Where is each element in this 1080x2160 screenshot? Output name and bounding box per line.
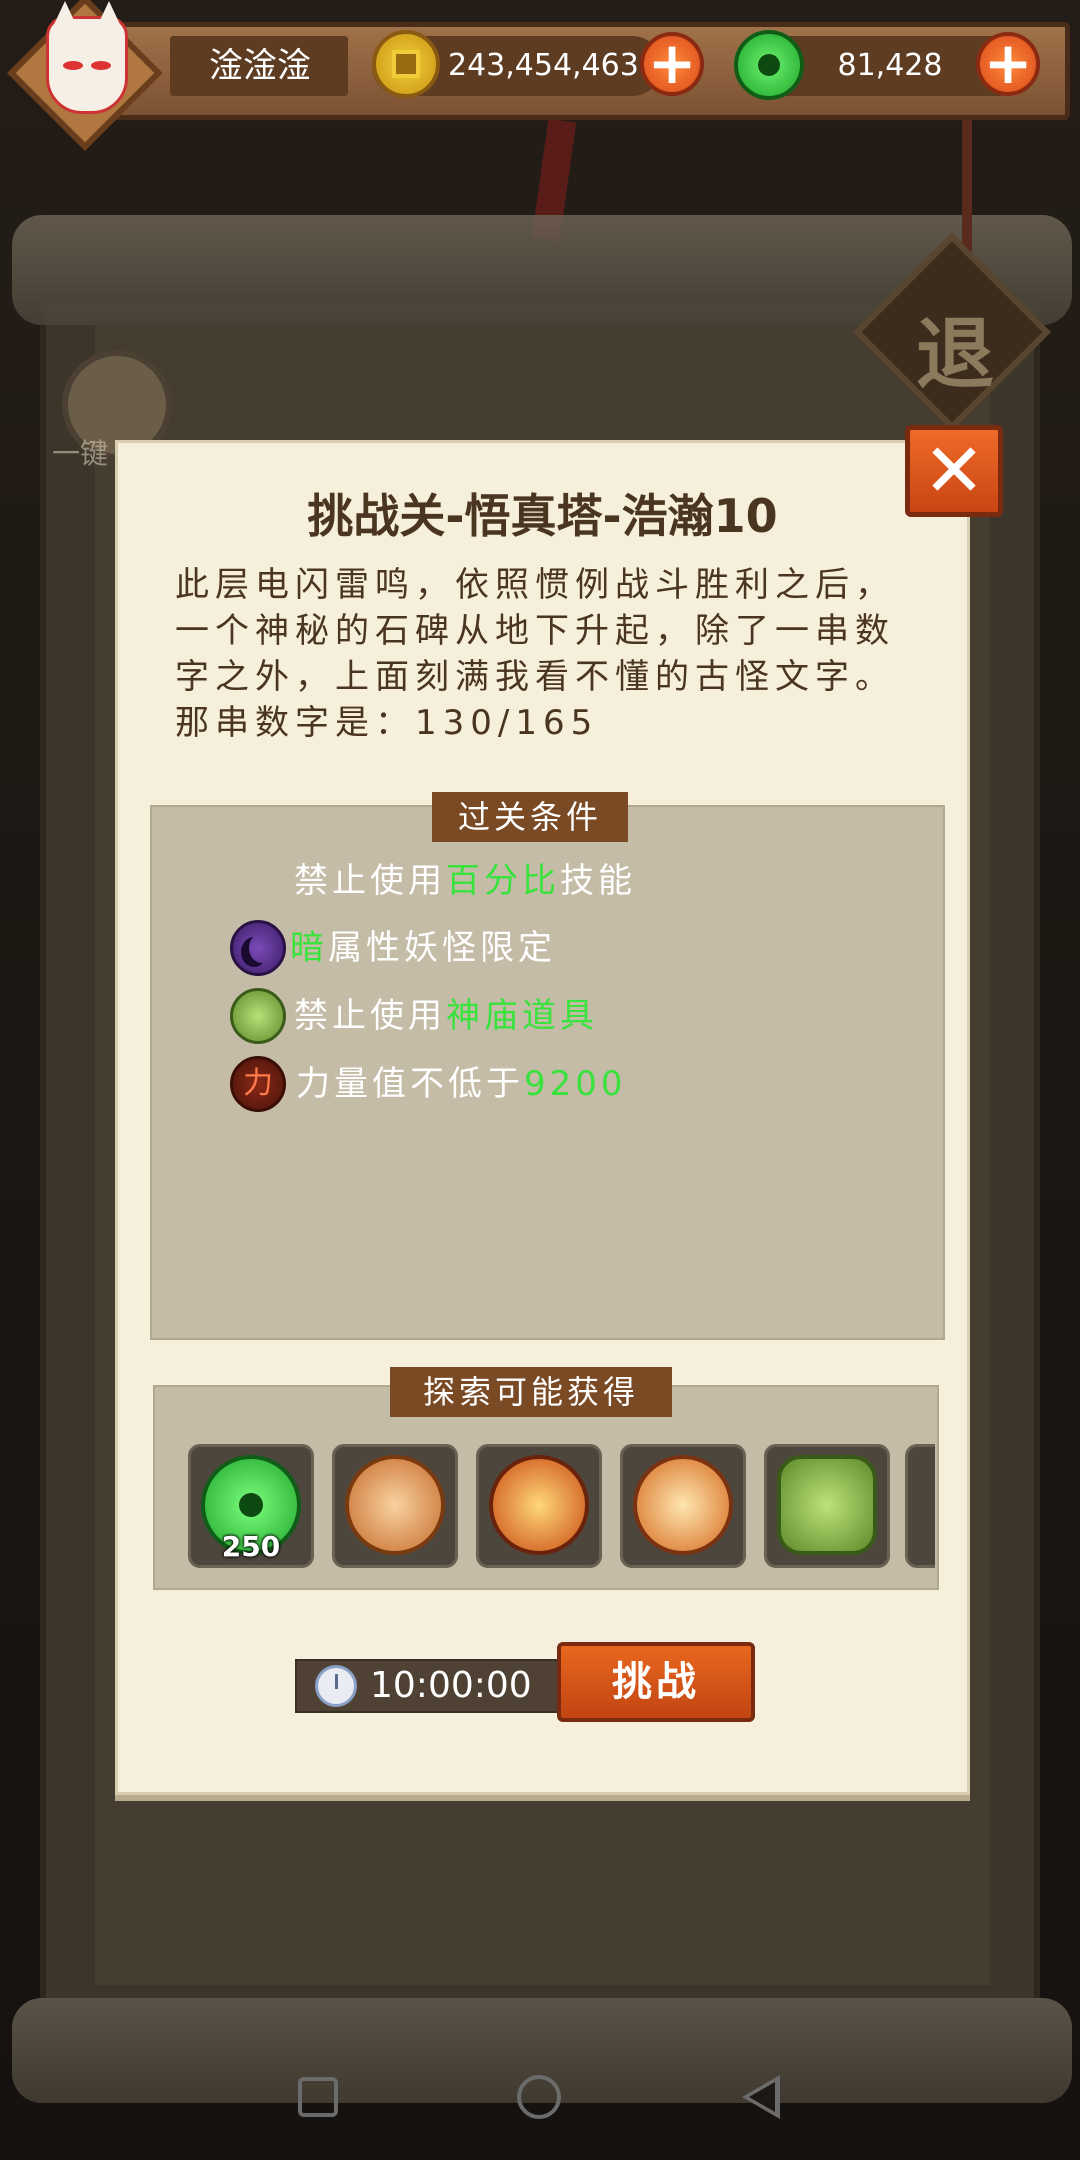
swirl-orb-icon: [345, 1455, 445, 1555]
timer-value: 10:00:00: [370, 1665, 532, 1706]
jade-hole: [758, 54, 780, 76]
reward-item[interactable]: [764, 1444, 890, 1568]
player-name: 淦淦淦: [209, 46, 311, 86]
reward-item[interactable]: [332, 1444, 458, 1568]
add-coins-button[interactable]: +: [640, 32, 704, 96]
avatar[interactable]: [7, 0, 163, 151]
back-button[interactable]: [742, 2075, 780, 2119]
condition-highlight: 百分比: [446, 861, 560, 901]
recent-apps-button[interactable]: [298, 2077, 338, 2117]
condition-text: 禁止使用: [294, 996, 446, 1036]
condition-row: 禁止使用神庙道具: [294, 988, 598, 1044]
reward-item-partial[interactable]: [905, 1444, 935, 1568]
reward-item[interactable]: 250: [188, 1444, 314, 1568]
condition-row: 禁止使用百分比技能: [294, 853, 636, 909]
coin-value: 243,454,463: [448, 48, 639, 83]
condition-row: 暗属性妖怪限定: [290, 920, 556, 976]
dialog-description: 此层电闪雷鸣，依照惯例战斗胜利之后，一个神秘的石碑从地下升起，除了一串数字之外，…: [175, 565, 895, 743]
coin-hole: [392, 50, 420, 78]
jade-value: 81,428: [837, 48, 943, 83]
auto-button-label: 一键: [52, 437, 109, 470]
power-icon: [230, 1056, 286, 1112]
add-jade-button[interactable]: +: [976, 32, 1040, 96]
dialog-title: 挑战关-悟真塔-浩瀚10: [307, 489, 778, 543]
challenge-button[interactable]: 挑战: [557, 1642, 755, 1722]
condition-text: 属性妖怪限定: [328, 928, 556, 968]
condition-row: 力量值不低于9200: [296, 1056, 627, 1112]
rewards-header: 探索可能获得: [390, 1367, 672, 1417]
star-orb-icon: [633, 1455, 733, 1555]
condition-highlight: 暗: [290, 928, 328, 968]
home-button[interactable]: [517, 2075, 561, 2119]
leaf-orb-icon: [777, 1455, 877, 1555]
stopwatch-icon: [315, 1665, 357, 1707]
reward-item[interactable]: [620, 1444, 746, 1568]
condition-text: 禁止使用: [294, 861, 446, 901]
condition-text: 技能: [560, 861, 636, 901]
dark-moon-icon: [230, 920, 286, 976]
reward-count: 250: [221, 1530, 281, 1563]
exit-label: 退: [915, 309, 994, 400]
temple-item-icon: [230, 988, 286, 1044]
fire-orb-icon: [489, 1455, 589, 1555]
condition-highlight: 神庙道具: [446, 996, 598, 1036]
fox-mask-icon: [46, 1, 128, 114]
conditions-header: 过关条件: [432, 792, 628, 842]
condition-highlight: 9200: [524, 1064, 627, 1104]
reward-item[interactable]: [476, 1444, 602, 1568]
condition-text: 力量值不低于: [296, 1064, 524, 1104]
